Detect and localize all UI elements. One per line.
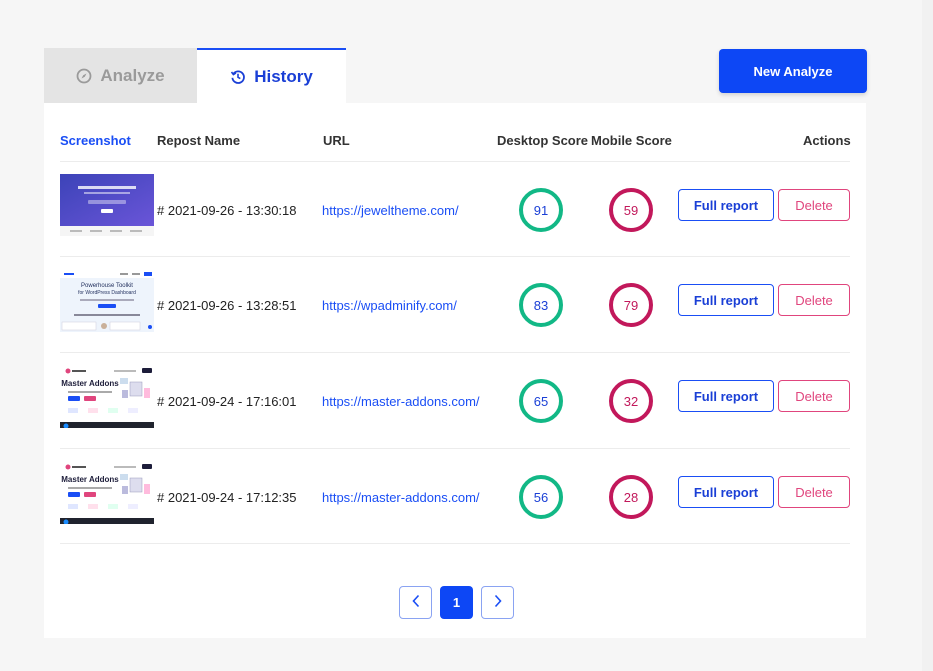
prev-page-button[interactable]	[399, 586, 432, 619]
header-actions: Actions	[803, 133, 851, 148]
report-name: # 2021-09-26 - 13:28:51	[157, 298, 297, 313]
table-row: Master Addons # 2021-09-24 - 17:16:01 ht…	[44, 353, 866, 448]
compass-icon	[76, 68, 92, 84]
tab-history-label: History	[254, 66, 313, 86]
mobile-score-value: 59	[623, 202, 639, 218]
table-row: Master Addons # 2021-09-24 - 17:12:35 ht…	[44, 449, 866, 544]
chevron-right-icon	[493, 594, 503, 611]
screenshot-thumbnail[interactable]	[60, 174, 154, 236]
screenshot-thumbnail[interactable]: Master Addons	[60, 462, 154, 524]
header-screenshot[interactable]: Screenshot	[60, 133, 131, 148]
report-name: # 2021-09-26 - 13:30:18	[157, 203, 297, 218]
report-url-link[interactable]: https://master-addons.com/	[322, 490, 480, 505]
table-row: Powerhouse Toolkit for WordPress Dashboa…	[44, 257, 866, 352]
thumb-text: Powerhouse Toolkit	[81, 283, 133, 289]
delete-button[interactable]: Delete	[778, 380, 850, 412]
thumb-text: Master Addons	[61, 475, 119, 484]
header-mobile-score: Mobile Score	[591, 133, 672, 148]
history-table-card: Screenshot Repost Name URL Desktop Score…	[44, 103, 866, 638]
full-report-button[interactable]: Full report	[678, 380, 774, 412]
divider	[60, 543, 850, 544]
new-analyze-button[interactable]: New Analyze	[719, 49, 867, 93]
delete-button[interactable]: Delete	[778, 284, 850, 316]
desktop-score-value: 83	[533, 297, 549, 313]
desktop-score-ring: 56	[519, 475, 563, 519]
desktop-score-value: 56	[533, 489, 549, 505]
thumb-text: Master Addons	[61, 379, 119, 388]
desktop-score-ring: 65	[519, 379, 563, 423]
delete-button[interactable]: Delete	[778, 476, 850, 508]
full-report-button[interactable]: Full report	[678, 476, 774, 508]
mobile-score-value: 28	[623, 489, 639, 505]
full-report-button[interactable]: Full report	[678, 284, 774, 316]
mobile-score-ring: 79	[609, 283, 653, 327]
history-icon	[230, 69, 246, 85]
page-button-current[interactable]: 1	[440, 586, 473, 619]
header-report-name: Repost Name	[157, 133, 241, 148]
tab-bar: Analyze History	[44, 48, 346, 103]
tab-analyze-label: Analyze	[100, 65, 165, 85]
mobile-score-ring: 32	[609, 379, 653, 423]
desktop-score-ring: 83	[519, 283, 563, 327]
tab-history[interactable]: History	[197, 48, 346, 103]
next-page-button[interactable]	[481, 586, 514, 619]
desktop-score-value: 65	[533, 393, 549, 409]
report-name: # 2021-09-24 - 17:12:35	[157, 490, 297, 505]
screenshot-thumbnail[interactable]: Powerhouse Toolkit for WordPress Dashboa…	[60, 270, 154, 332]
chevron-left-icon	[411, 594, 421, 611]
mobile-score-ring: 28	[609, 475, 653, 519]
table-row: # 2021-09-26 - 13:30:18 https://jewelthe…	[44, 162, 866, 257]
screenshot-thumbnail[interactable]: Master Addons	[60, 366, 154, 428]
desktop-score-ring: 91	[519, 188, 563, 232]
report-url-link[interactable]: https://jeweltheme.com/	[322, 203, 459, 218]
thumb-text: for WordPress Dashboard	[78, 290, 136, 296]
report-url-link[interactable]: https://master-addons.com/	[322, 394, 480, 409]
delete-button[interactable]: Delete	[778, 189, 850, 221]
mobile-score-value: 32	[623, 393, 639, 409]
mobile-score-ring: 59	[609, 188, 653, 232]
mobile-score-value: 79	[623, 297, 639, 313]
desktop-score-value: 91	[533, 202, 549, 218]
pagination: 1	[399, 586, 514, 619]
report-url-link[interactable]: https://wpadminify.com/	[322, 298, 457, 313]
header-url: URL	[323, 133, 350, 148]
tab-analyze[interactable]: Analyze	[44, 48, 197, 103]
header-desktop-score: Desktop Score	[497, 133, 589, 148]
full-report-button[interactable]: Full report	[678, 189, 774, 221]
report-name: # 2021-09-24 - 17:16:01	[157, 394, 297, 409]
